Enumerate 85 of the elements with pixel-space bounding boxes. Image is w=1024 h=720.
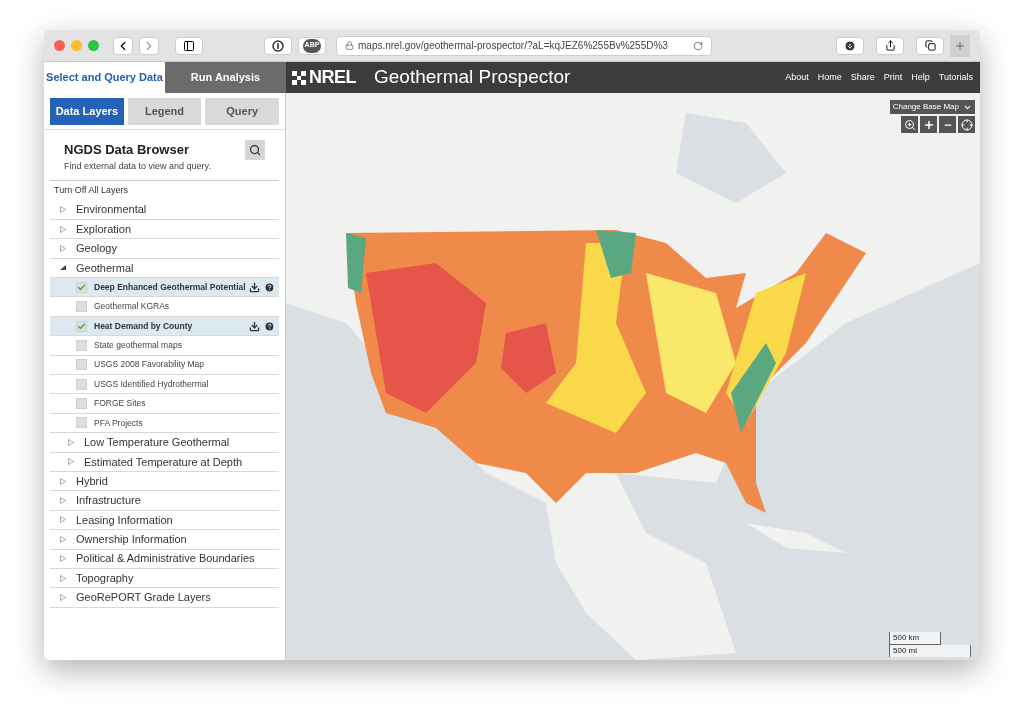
address-bar[interactable]: maps.nrel.gov/geothermal-prospector/?aL=kqJEZ6%255Bv%255D%3 <box>336 35 712 56</box>
zoom-box-button[interactable] <box>901 116 918 133</box>
browser-subtitle: Find external data to view and query. <box>64 159 212 173</box>
layer-label: Heat Demand by County <box>94 319 194 333</box>
download-icon <box>844 39 856 52</box>
layer-checkbox[interactable] <box>76 281 87 293</box>
zoom-out-button[interactable] <box>939 116 956 133</box>
nav-link[interactable]: Share <box>850 70 875 85</box>
locate-button[interactable] <box>958 116 975 133</box>
browser-title: NGDS Data Browser <box>64 141 190 159</box>
turn-off-link[interactable]: Turn Off All Layers <box>44 181 285 201</box>
lock-icon <box>345 41 354 50</box>
layer-checkbox[interactable] <box>76 378 87 390</box>
scale-bar: 500 km 500 mi <box>889 632 971 657</box>
base-map-dropdown[interactable]: Change Base Map <box>889 100 975 114</box>
help-icon[interactable] <box>264 281 275 293</box>
zoom-icon <box>903 118 916 131</box>
nrel-logo: NREL <box>292 62 356 93</box>
panel-tab[interactable]: Run Analysis <box>165 62 286 93</box>
nav-link[interactable]: About <box>785 70 809 85</box>
layer-checkbox[interactable] <box>76 417 87 429</box>
layer-label: FORGE Sites <box>94 397 147 410</box>
new-tab-button[interactable] <box>950 34 970 57</box>
help-icon[interactable] <box>264 320 275 332</box>
layer-group[interactable]: Political & Administrative Boundaries <box>50 549 279 569</box>
reload-icon[interactable] <box>693 40 703 51</box>
layer-checkbox[interactable] <box>76 301 87 313</box>
layer-row[interactable]: Deep Enhanced Geothermal Potential <box>50 278 279 298</box>
forward-button[interactable] <box>139 36 159 55</box>
plus-icon <box>922 118 935 131</box>
layer-group[interactable]: GeoRePORT Grade Layers <box>50 588 279 608</box>
plus-icon <box>954 39 966 52</box>
layer-row[interactable]: FORGE Sites <box>50 394 279 414</box>
tabs-icon <box>924 40 936 51</box>
sidebar-icon <box>183 39 195 52</box>
layer-checkbox[interactable] <box>76 359 87 371</box>
sub-tab[interactable]: Legend <box>127 98 202 125</box>
layer-group[interactable]: Hybrid <box>50 471 279 492</box>
sub-tab[interactable]: Query <box>205 98 279 125</box>
layer-row[interactable]: State geothermal maps <box>50 336 279 356</box>
layer-checkbox[interactable] <box>76 320 87 332</box>
nav-link[interactable]: Tutorials <box>938 70 973 85</box>
logo-mark-icon <box>292 70 306 85</box>
zoom-in-button[interactable] <box>920 116 937 133</box>
search-icon <box>249 144 261 156</box>
layer-group[interactable]: Environmental <box>50 200 279 220</box>
back-button[interactable] <box>113 36 133 55</box>
layer-row[interactable]: USGS 2008 Favorability Map <box>50 355 279 375</box>
layer-group[interactable]: Ownership Information <box>50 530 279 550</box>
layer-label: USGS Identified Hydrothermal <box>94 377 210 391</box>
share-icon <box>884 40 896 51</box>
layer-label: USGS 2008 Favorability Map <box>94 358 206 372</box>
download-icon[interactable] <box>249 281 260 293</box>
layer-group[interactable]: Topography <box>50 568 279 589</box>
nav-link[interactable]: Home <box>817 70 842 85</box>
layer-group[interactable]: Infrastructure <box>50 491 279 511</box>
layer-label: State geothermal maps <box>94 339 183 352</box>
sub-tab[interactable]: Data Layers <box>50 98 124 125</box>
layer-row[interactable]: Heat Demand by County <box>50 316 279 337</box>
download-icon[interactable] <box>249 320 260 332</box>
layer-row[interactable]: PFA Projects <box>50 413 279 434</box>
layer-row[interactable]: Geothermal KGRAs <box>50 297 279 317</box>
layer-label: PFA Projects <box>94 416 144 430</box>
circle-icon <box>272 39 284 52</box>
tabs-button[interactable] <box>916 36 944 55</box>
layer-label: Geothermal KGRAs <box>94 300 171 313</box>
share-button[interactable] <box>876 36 904 55</box>
nav-link[interactable]: Help <box>911 70 930 85</box>
crosshair-icon <box>960 118 973 131</box>
layer-checkbox[interactable] <box>76 339 87 351</box>
app-title: Geothermal Prospector <box>374 65 571 90</box>
layer-group[interactable]: Leasing Information <box>50 510 279 531</box>
layer-group[interactable]: Estimated Temperature at Depth <box>50 452 279 472</box>
layer-group[interactable]: Geology <box>50 239 279 259</box>
panel-tab[interactable]: Select and Query Data <box>44 62 165 93</box>
downloads-button[interactable] <box>836 36 864 55</box>
sidebar-button[interactable] <box>175 36 203 55</box>
layer-checkbox[interactable] <box>76 398 87 410</box>
nav-link[interactable]: Print <box>883 70 903 85</box>
layer-group[interactable]: Low Temperature Geothermal <box>50 433 279 453</box>
search-button[interactable] <box>245 140 265 160</box>
layer-row[interactable]: USGS Identified Hydrothermal <box>50 375 279 395</box>
layer-label: Deep Enhanced Geothermal Potential <box>94 280 247 294</box>
password-button[interactable] <box>264 36 292 55</box>
layer-group[interactable]: Exploration <box>50 219 279 240</box>
